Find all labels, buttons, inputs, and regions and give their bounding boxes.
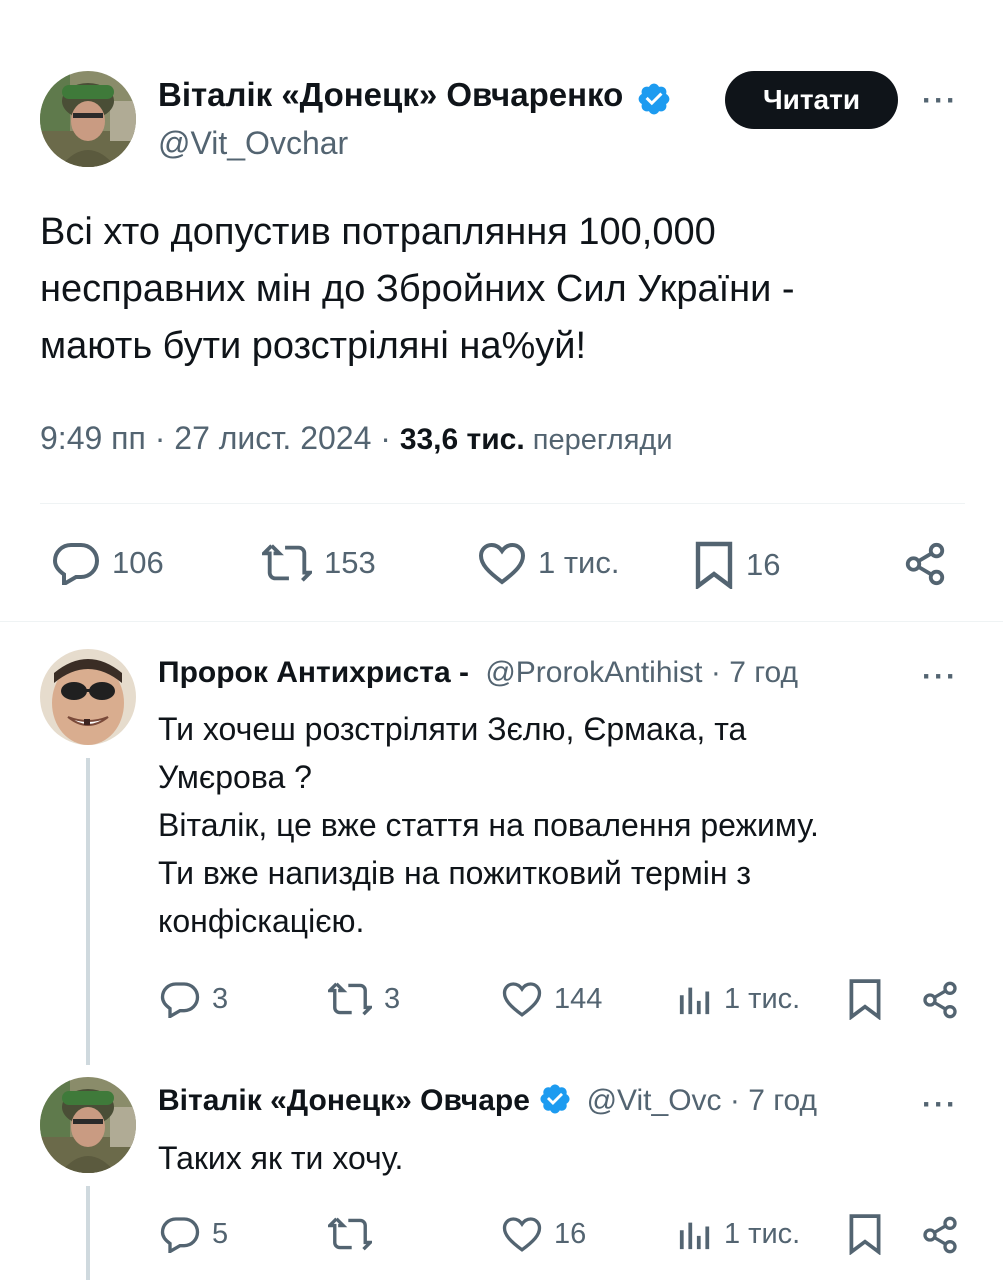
author-avatar[interactable] (40, 71, 136, 167)
repost-button[interactable] (328, 1215, 384, 1253)
more-options-icon[interactable]: ··· (922, 662, 958, 692)
heart-icon (502, 1217, 542, 1252)
analytics-icon (679, 1222, 710, 1250)
like-count: 144 (554, 982, 603, 1015)
repost-count: 3 (384, 982, 401, 1015)
bookmark-icon (849, 1214, 881, 1255)
author-name[interactable]: Віталік «Донецк» Овчаренко (158, 76, 623, 113)
reply-count: 106 (112, 545, 164, 580)
like-count: 1 тис. (538, 545, 620, 580)
share-icon (923, 981, 957, 1019)
share-button[interactable] (902, 541, 948, 587)
like-count: 16 (554, 1217, 587, 1250)
bookmark-button[interactable] (848, 978, 882, 1020)
reply-button[interactable]: 106 (52, 541, 164, 585)
reply-header: Пророк Антихриста - @ProrokAntihist · 7 … (158, 656, 798, 690)
bookmark-count: 16 (746, 547, 781, 582)
views-button[interactable]: 1 тис. (678, 1215, 800, 1253)
share-icon (905, 542, 945, 586)
share-icon (923, 1216, 957, 1254)
reply-timestamp[interactable]: · 7 год (703, 656, 798, 689)
views-count: 1 тис. (724, 1217, 801, 1250)
tweet-timestamp[interactable]: 9:49 пп · 27 лист. 2024 · (40, 420, 400, 456)
bookmark-icon (849, 979, 881, 1020)
repost-button[interactable]: 153 (262, 541, 376, 585)
verified-badge-icon (636, 81, 672, 117)
author-handle[interactable]: @Vit_Ovchar (158, 125, 348, 162)
like-button[interactable]: 1 тис. (478, 541, 619, 585)
reply-icon (160, 1217, 200, 1253)
like-button[interactable]: 16 (502, 1215, 586, 1253)
views-count: 33,6 тис. (399, 423, 525, 456)
follow-button[interactable]: Читати (725, 71, 898, 129)
reply-avatar[interactable] (40, 1077, 136, 1173)
verified-badge-icon (538, 1082, 572, 1116)
like-button[interactable]: 144 (502, 980, 602, 1018)
reply-author-handle[interactable]: @Vit_Ovc (587, 1084, 722, 1117)
reply-button[interactable]: 5 (160, 1215, 228, 1253)
reply-timestamp[interactable]: · 7 год (722, 1084, 817, 1117)
views-button[interactable]: 1 тис. (678, 980, 800, 1018)
views-count: 1 тис. (724, 982, 801, 1015)
analytics-icon (679, 987, 710, 1015)
divider (0, 621, 1003, 622)
repost-count: 153 (324, 545, 376, 580)
more-options-icon[interactable]: ··· (922, 86, 958, 116)
reply-text: Таких як ти хочу. (158, 1140, 404, 1176)
repost-icon (328, 982, 372, 1016)
reply-text: Ти хочеш розстріляти Зєлю, Єрмака, та Ум… (158, 711, 819, 939)
divider (40, 503, 965, 504)
bookmark-button[interactable]: 16 (694, 541, 780, 589)
bookmark-icon (695, 541, 733, 589)
more-options-icon[interactable]: ··· (922, 1090, 958, 1120)
heart-icon (478, 542, 526, 585)
author-header: Віталік «Донецк» Овчаренко (158, 76, 672, 117)
repost-icon (262, 544, 312, 582)
reply-author-name[interactable]: Пророк Антихриста - (158, 656, 469, 689)
share-button[interactable] (920, 1215, 960, 1255)
tweet-meta: 9:49 пп · 27 лист. 2024 · 33,6 тис. пере… (40, 420, 673, 457)
reply-button[interactable]: 3 (160, 980, 228, 1018)
heart-icon (502, 982, 542, 1017)
reply-author-handle[interactable]: @ProrokAntihist (485, 656, 702, 689)
bookmark-button[interactable] (848, 1213, 882, 1255)
repost-button[interactable]: 3 (328, 980, 400, 1018)
thread-line (86, 1186, 90, 1280)
views-label: перегляди (524, 424, 673, 456)
reply-avatar[interactable] (40, 649, 136, 745)
repost-icon (328, 1217, 372, 1251)
reply-header: Віталік «Донецк» Овчаре @Vit_Ovc · 7 год (158, 1084, 817, 1118)
reply-count: 3 (212, 982, 229, 1015)
tweet-text: Всі хто допустив потрапляння 100,000 нес… (40, 211, 795, 367)
reply-icon (160, 982, 200, 1018)
share-button[interactable] (920, 980, 960, 1020)
reply-icon (52, 543, 100, 585)
reply-count: 5 (212, 1217, 229, 1250)
thread-line (86, 758, 90, 1065)
reply-author-name[interactable]: Віталік «Донецк» Овчаре (158, 1084, 530, 1117)
